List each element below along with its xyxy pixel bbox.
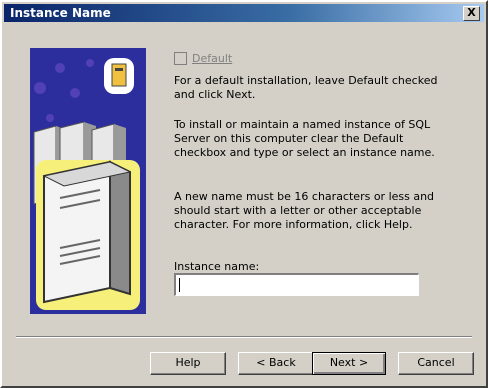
dialog-window: Instance Name X Default For a default in… bbox=[0, 0, 488, 388]
sql-server-illustration bbox=[30, 48, 146, 314]
name-rules-text: A new name must be 16 characters or less… bbox=[174, 190, 435, 231]
next-button[interactable]: Next > bbox=[312, 352, 386, 375]
separator bbox=[16, 336, 472, 338]
cancel-button[interactable]: Cancel bbox=[398, 352, 474, 375]
text-cursor bbox=[179, 278, 180, 292]
close-icon: X bbox=[467, 6, 476, 19]
instance-name-label: Instance name: bbox=[174, 260, 260, 273]
default-checkbox-row[interactable]: Default bbox=[174, 52, 232, 65]
default-install-text: For a default installation, leave Defaul… bbox=[174, 74, 438, 101]
default-checkbox-label: Default bbox=[192, 52, 233, 65]
default-checkbox[interactable] bbox=[174, 52, 187, 65]
named-instance-text: To install or maintain a named instance … bbox=[174, 118, 435, 159]
back-button[interactable]: < Back bbox=[238, 352, 314, 375]
instance-name-input[interactable] bbox=[174, 273, 419, 296]
close-button[interactable]: X bbox=[463, 6, 480, 21]
window-title: Instance Name bbox=[10, 6, 111, 20]
title-bar[interactable]: Instance Name X bbox=[4, 4, 484, 22]
servers-illustration-icon bbox=[30, 48, 146, 314]
help-button[interactable]: Help bbox=[150, 352, 226, 375]
